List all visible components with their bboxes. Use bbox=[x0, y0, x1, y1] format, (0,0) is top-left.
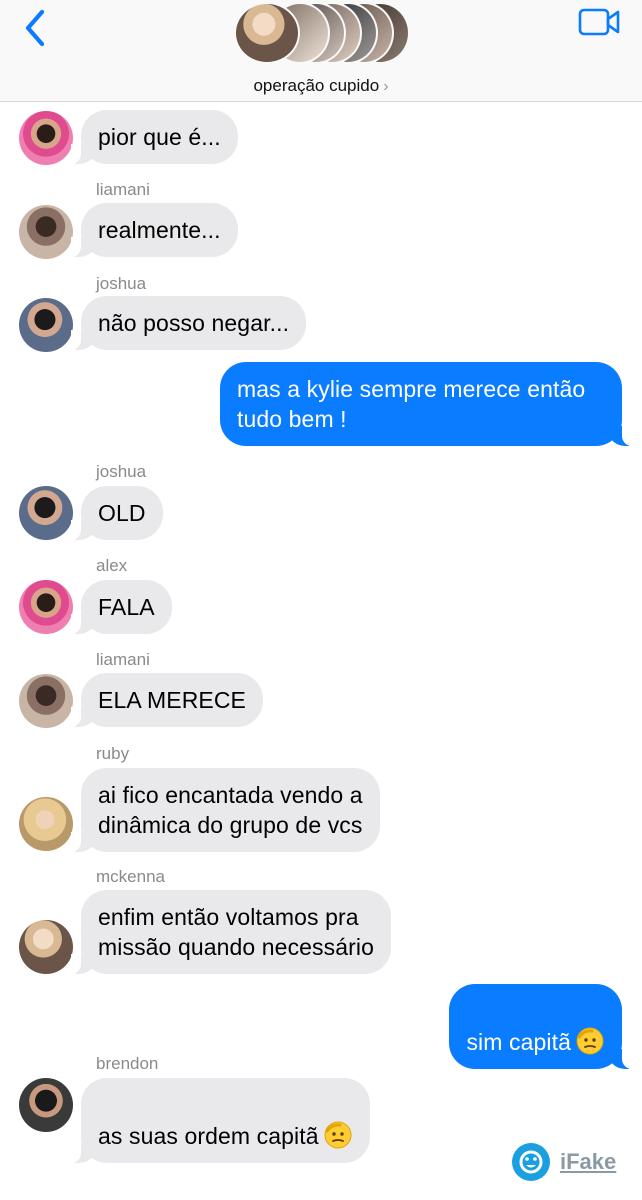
sender-name: ruby bbox=[96, 744, 130, 763]
message-row: joshua OLD bbox=[0, 460, 642, 546]
message-bubble[interactable]: as suas ordem capitã bbox=[71, 1078, 370, 1163]
chevron-left-icon bbox=[25, 9, 45, 47]
group-member-avatar bbox=[234, 2, 300, 64]
video-camera-icon bbox=[578, 8, 620, 36]
avatar[interactable] bbox=[19, 205, 73, 259]
message-row: alex FALA bbox=[0, 554, 642, 640]
message-row: brendon as suas ordem capitã bbox=[0, 1052, 642, 1163]
message-row: ruby ai fico encantada vendo a dinâmica … bbox=[0, 742, 642, 854]
group-avatar-stack[interactable] bbox=[234, 2, 410, 66]
message-bubble[interactable]: mas a kylie sempre merece então tudo bem… bbox=[220, 362, 632, 446]
message-row: mckenna enfim então voltamos pra missão … bbox=[0, 865, 642, 977]
avatar[interactable] bbox=[19, 920, 73, 974]
conversation-header: operação cupido › bbox=[0, 0, 642, 102]
message-text: as suas ordem capitã bbox=[98, 1123, 319, 1149]
back-button[interactable] bbox=[18, 6, 58, 50]
sender-name: joshua bbox=[96, 462, 147, 481]
smiley-icon bbox=[512, 1143, 550, 1181]
group-name: operação cupido bbox=[253, 76, 380, 95]
message-bubble[interactable]: pior que é... bbox=[71, 110, 238, 164]
message-bubble[interactable]: não posso negar... bbox=[70, 296, 307, 350]
message-bubble[interactable]: enfim então voltamos pra missão quando n… bbox=[70, 890, 392, 974]
message-row: joshua não posso negar... bbox=[0, 272, 642, 358]
ifake-watermark: iFake bbox=[510, 1141, 630, 1185]
message-bubble[interactable]: FALA bbox=[71, 580, 172, 634]
message-row: mas a kylie sempre merece então tudo bem… bbox=[0, 362, 642, 446]
message-bubble[interactable]: ai fico encantada vendo a dinâmica do gr… bbox=[71, 768, 380, 852]
avatar[interactable] bbox=[19, 674, 73, 728]
message-row: liamani ELA MERECE bbox=[0, 648, 642, 734]
message-bubble[interactable]: realmente... bbox=[71, 203, 238, 257]
group-name-button[interactable]: operação cupido › bbox=[0, 76, 642, 96]
ifake-label: iFake bbox=[560, 1149, 617, 1174]
avatar[interactable] bbox=[19, 1078, 73, 1132]
avatar[interactable] bbox=[19, 111, 73, 165]
avatar[interactable] bbox=[19, 580, 73, 634]
message-row: sim capitã bbox=[0, 984, 642, 1069]
sender-name: joshua bbox=[96, 274, 147, 293]
message-bubble[interactable]: OLD bbox=[71, 486, 163, 540]
avatar[interactable] bbox=[19, 486, 73, 540]
chevron-right-icon: › bbox=[383, 78, 389, 95]
message-row: pior que é... bbox=[0, 110, 642, 170]
sender-name: alex bbox=[96, 556, 128, 575]
sender-name: liamani bbox=[96, 180, 150, 199]
message-row: liamani realmente... bbox=[0, 178, 642, 264]
avatar[interactable] bbox=[19, 797, 73, 851]
sender-name: brendon bbox=[96, 1054, 159, 1073]
sender-name: liamani bbox=[96, 650, 150, 669]
sender-name: mckenna bbox=[96, 867, 165, 886]
message-bubble[interactable]: ELA MERECE bbox=[71, 673, 263, 727]
video-call-button[interactable] bbox=[576, 6, 624, 38]
avatar[interactable] bbox=[19, 298, 73, 352]
saluting-face-icon bbox=[324, 1121, 352, 1149]
